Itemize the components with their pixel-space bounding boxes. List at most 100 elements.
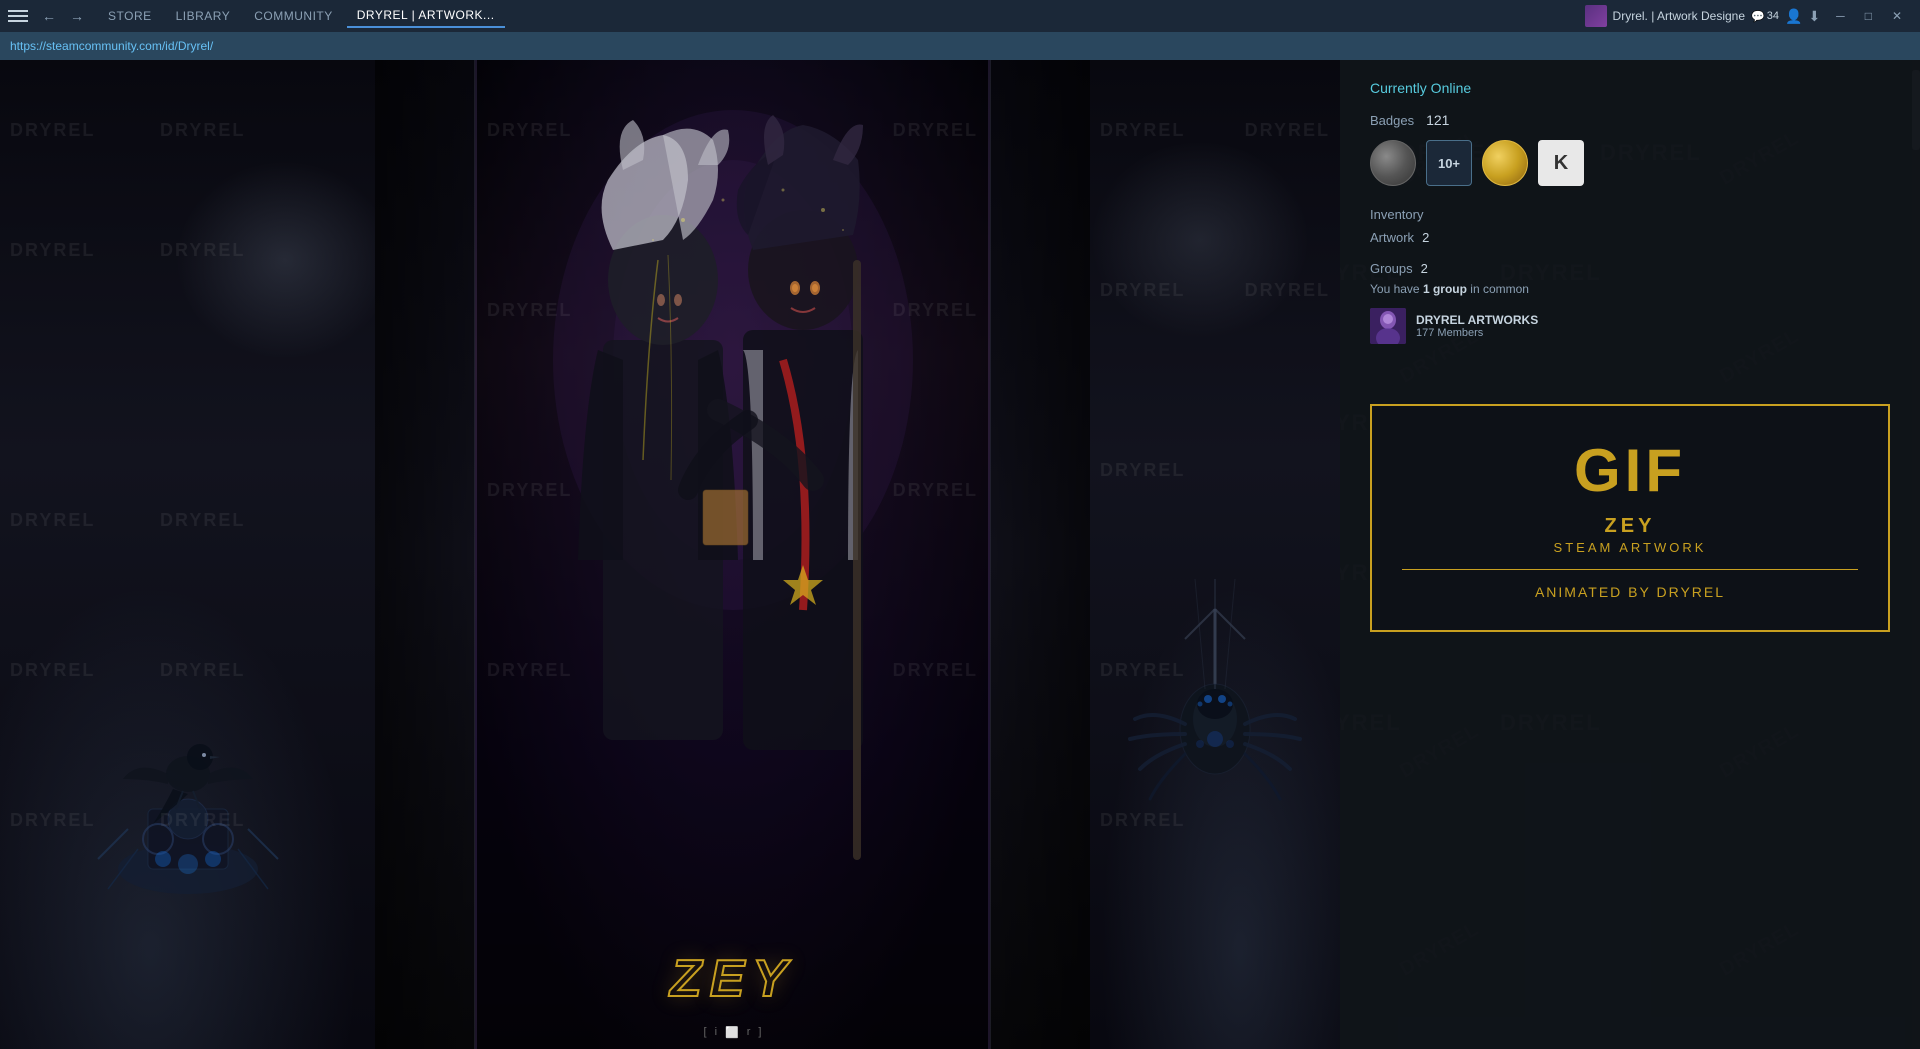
info-icon[interactable]: i (715, 1026, 717, 1039)
wm-c: DRYREL (893, 300, 978, 321)
tab-current-page[interactable]: DRYREL | ARTWORK... (347, 4, 505, 28)
back-button[interactable]: ← (36, 6, 62, 26)
main-anime-panel[interactable]: ZEY [ i ⬜ r ] DRYREL DRYREL DRYREL DRYRE… (475, 60, 990, 1049)
center-bottom-controls[interactable]: [ i ⬜ r ] (704, 1026, 762, 1039)
gif-credit: ANIMATED BY DRYREL (1535, 584, 1725, 600)
wm: DRYREL (10, 510, 95, 531)
prev-icon[interactable]: [ (704, 1026, 707, 1039)
wm: DRYREL (10, 810, 95, 831)
panels-container: DRYREL DRYREL DRYREL DRYREL DRYREL DRYRE… (0, 60, 1920, 1049)
gif-title-line2: STEAM ARTWORK (1554, 540, 1707, 555)
gif-promo-box[interactable]: GIF ZEY STEAM ARTWORK ANIMATED BY DRYREL (1370, 404, 1890, 632)
groups-label[interactable]: Groups (1370, 261, 1413, 276)
wm: DRYREL (160, 510, 245, 531)
profile-panel: Currently Online Badges 121 10+ K Invent… (1340, 60, 1920, 1049)
user-name: Dryrel. | Artwork Designe (1613, 9, 1746, 23)
center-left-sub (375, 60, 475, 1049)
badge-ten-plus[interactable]: 10+ (1426, 140, 1472, 186)
group-item[interactable]: DRYREL ARTWORKS 177 Members (1370, 304, 1890, 348)
inventory-label[interactable]: Inventory (1370, 207, 1423, 222)
badges-section: Badges 121 (1370, 112, 1890, 128)
badges-count: 121 (1426, 112, 1449, 128)
forward-button[interactable]: → (64, 6, 90, 26)
download-icon-btn[interactable]: ⬇ (1808, 8, 1820, 25)
title-bar-right: Dryrel. | Artwork Designe 💬 34 👤 ⬇ ─ □ ✕ (1585, 5, 1912, 27)
wm: DRYREL (160, 810, 245, 831)
close-button[interactable]: ✕ (1882, 5, 1912, 27)
chat-icon: 💬 (1751, 10, 1765, 23)
main-content: DRYREL DRYREL DRYREL DRYREL DRYREL DRYRE… (0, 60, 1920, 1049)
badge-k[interactable]: K (1538, 140, 1584, 186)
groups-suffix: in common (1470, 282, 1529, 296)
profile-icon-btn[interactable]: 👤 (1785, 8, 1802, 25)
gif-title-line1: ZEY (1605, 515, 1656, 538)
nav-buttons: ← → (36, 6, 90, 26)
zey-artwork-text: ZEY (670, 949, 795, 1009)
address-url[interactable]: https://steamcommunity.com/id/Dryrel/ (10, 39, 213, 53)
wm-c: DRYREL (893, 120, 978, 141)
wm-r: DRYREL (1100, 810, 1185, 831)
wm-c: DRYREL (893, 660, 978, 681)
badge-gold[interactable] (1482, 140, 1528, 186)
fullscreen-icon[interactable]: ⬜ (725, 1026, 739, 1039)
group-name: DRYREL ARTWORKS (1416, 313, 1538, 327)
badges-row: 10+ K (1370, 140, 1890, 186)
groups-header: Groups 2 (1370, 261, 1890, 276)
bracket-icon: ] (758, 1026, 761, 1039)
next-icon[interactable]: r (747, 1026, 751, 1039)
group-members: 177 Members (1416, 327, 1538, 339)
notification-badge[interactable]: 💬 34 (1751, 10, 1779, 23)
tab-store[interactable]: STORE (98, 4, 162, 28)
title-bar: ← → STORE LIBRARY COMMUNITY DRYREL | ART… (0, 0, 1920, 32)
groups-common-text: You have 1 group in common (1370, 282, 1890, 296)
wm: DRYREL (160, 660, 245, 681)
shadow-left (375, 60, 474, 1049)
wm-r: DRYREL (1100, 280, 1185, 301)
minimize-button[interactable]: ─ (1826, 5, 1855, 27)
bird-artwork (88, 609, 288, 909)
spider-artwork (1115, 579, 1315, 929)
wm-r: DRYREL (1100, 660, 1185, 681)
artwork-count: 2 (1422, 230, 1429, 245)
badges-label: Badges (1370, 113, 1414, 128)
wm-r: DRYREL (1100, 460, 1185, 481)
left-artwork-panel[interactable]: DRYREL DRYREL DRYREL DRYREL DRYREL DRYRE… (0, 60, 375, 1049)
user-avatar-small (1585, 5, 1607, 27)
tab-library[interactable]: LIBRARY (166, 4, 241, 28)
gif-subtitle: ZEY STEAM ARTWORK (1554, 515, 1707, 555)
window-controls: ─ □ ✕ (1826, 5, 1912, 27)
wm: DRYREL (10, 120, 95, 141)
wm-c: DRYREL (487, 120, 572, 141)
wm-r: DRYREL (1245, 120, 1330, 141)
menu-icon[interactable] (8, 6, 28, 26)
wm-r: DRYREL (1245, 280, 1330, 301)
group-info: DRYREL ARTWORKS 177 Members (1416, 313, 1538, 339)
status-online: Currently Online (1370, 80, 1890, 96)
wm-c: DRYREL (487, 660, 572, 681)
groups-common-highlight: 1 group (1423, 282, 1467, 296)
groups-common-prefix: You have (1370, 282, 1420, 296)
maximize-button[interactable]: □ (1855, 5, 1882, 27)
center-right-sub (990, 60, 1090, 1049)
wm: DRYREL (10, 240, 95, 261)
right-artwork-panel[interactable]: DRYREL DRYREL DRYREL DRYREL DRYREL DRYRE… (1090, 60, 1340, 1049)
wm: DRYREL (160, 240, 245, 261)
user-info[interactable]: Dryrel. | Artwork Designe (1585, 5, 1746, 27)
gif-divider (1402, 569, 1858, 570)
tab-community[interactable]: COMMUNITY (244, 4, 343, 28)
tab-bar: STORE LIBRARY COMMUNITY DRYREL | ARTWORK… (98, 4, 1577, 28)
artwork-section: Artwork 2 (1370, 230, 1890, 245)
profile-top: Currently Online Badges 121 10+ K Invent… (1340, 60, 1920, 384)
wm-c: DRYREL (487, 480, 572, 501)
groups-section: Groups 2 You have 1 group in common (1370, 261, 1890, 348)
group-avatar (1370, 308, 1406, 344)
inventory-section: Inventory (1370, 206, 1890, 224)
address-bar: https://steamcommunity.com/id/Dryrel/ (0, 32, 1920, 60)
wm-r: DRYREL (1100, 120, 1185, 141)
wm-c: DRYREL (487, 300, 572, 321)
wm: DRYREL (10, 660, 95, 681)
badge-coin[interactable] (1370, 140, 1416, 186)
artwork-label[interactable]: Artwork (1370, 230, 1414, 245)
center-artwork-area[interactable]: ZEY [ i ⬜ r ] DRYREL DRYREL DRYREL DRYRE… (375, 60, 1090, 1049)
gif-label: GIF (1574, 436, 1686, 505)
